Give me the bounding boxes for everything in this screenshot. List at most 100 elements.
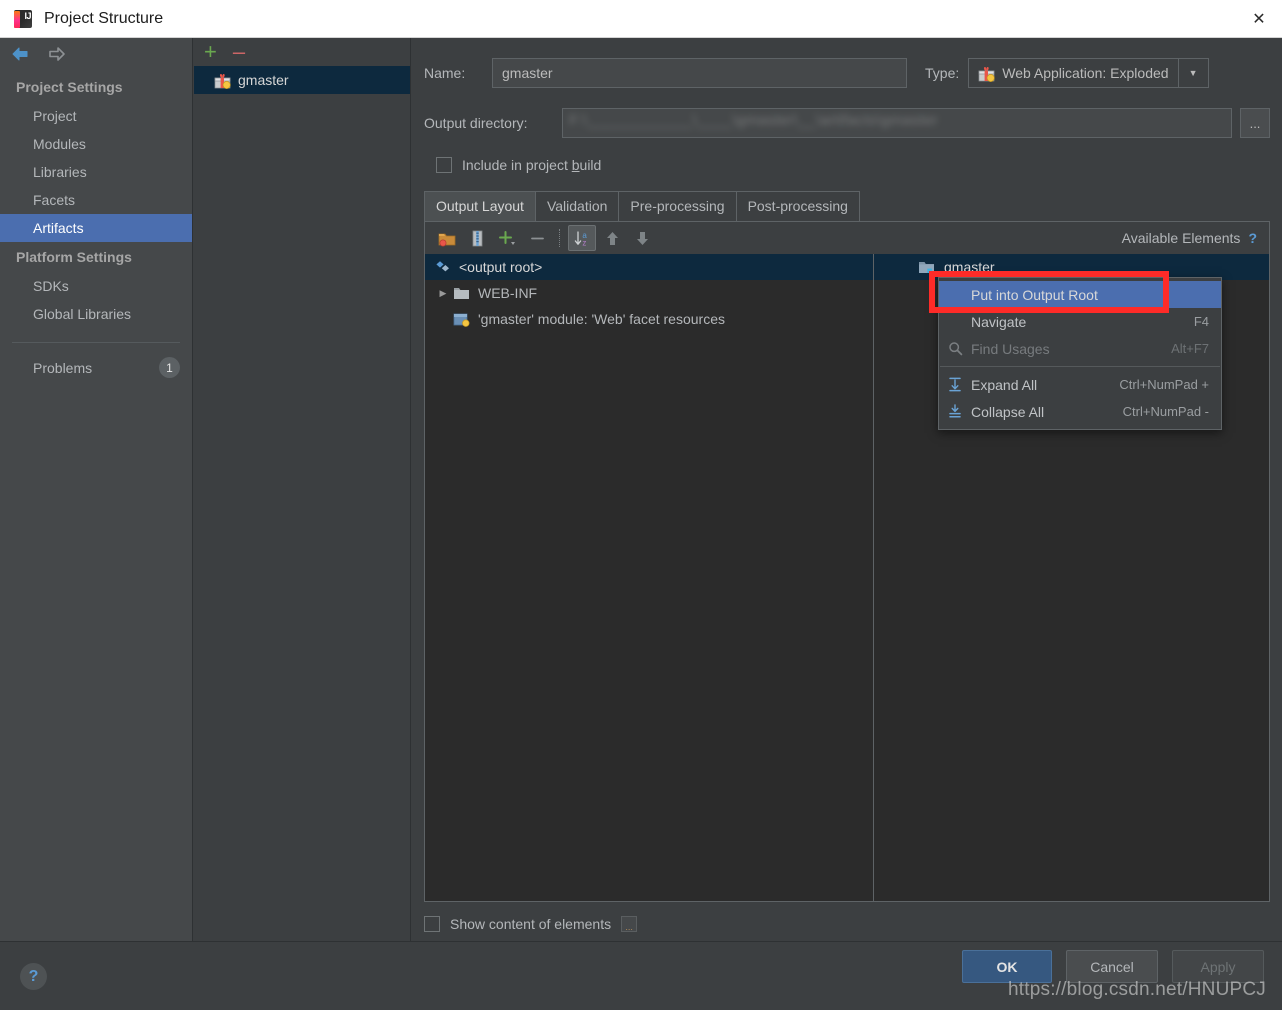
sort-alphabetically-icon[interactable]: a z bbox=[568, 225, 596, 251]
artifacts-list-panel: + – gmaster bbox=[194, 38, 411, 941]
list-item[interactable]: gmaster bbox=[194, 66, 410, 94]
menu-item-label: Navigate bbox=[971, 313, 1027, 330]
menu-item-label: Expand All bbox=[971, 376, 1038, 393]
tab-validation[interactable]: Validation bbox=[534, 191, 620, 221]
sidebar-nav-arrows bbox=[0, 38, 192, 72]
create-archive-icon[interactable] bbox=[463, 225, 491, 251]
list-item-label: gmaster bbox=[238, 72, 289, 88]
settings-sidebar: Project Settings Project Modules Librari… bbox=[0, 38, 193, 941]
menu-item-shortcut: Ctrl+NumPad + bbox=[1119, 377, 1209, 392]
available-elements-help-icon[interactable]: ? bbox=[1248, 230, 1257, 246]
name-type-row: Name: gmaster Type: Web Application: Exp… bbox=[412, 58, 1282, 88]
window-title: Project Structure bbox=[44, 9, 164, 27]
add-copy-of-icon[interactable] bbox=[493, 225, 521, 251]
output-layout-tree[interactable]: <output root> ▶ WEB-INF 'gmaster' module… bbox=[425, 254, 874, 901]
dialog-footer: ? OK Cancel Apply https://blog.csdn.net/… bbox=[0, 941, 1282, 1010]
output-directory-row: Output directory: F:\____________\____\g… bbox=[412, 108, 1282, 138]
create-directory-icon[interactable] bbox=[433, 225, 461, 251]
tree-row[interactable]: ▶ WEB-INF bbox=[425, 280, 873, 306]
sidebar-item-problems-label: Problems bbox=[33, 359, 93, 376]
close-icon[interactable]: ✕ bbox=[1236, 0, 1282, 37]
sidebar-item-global-libraries[interactable]: Global Libraries bbox=[0, 300, 192, 328]
tree-row-label: gmaster bbox=[944, 259, 995, 275]
tree-row[interactable]: 'gmaster' module: 'Web' facet resources bbox=[425, 306, 873, 332]
chevron-right-icon[interactable]: ▶ bbox=[433, 288, 453, 299]
help-button[interactable]: ? bbox=[20, 963, 47, 990]
chevron-down-icon[interactable]: ▼ bbox=[1177, 59, 1208, 87]
menu-item-label: Find Usages bbox=[971, 340, 1050, 357]
sidebar-item-project[interactable]: Project bbox=[0, 102, 192, 130]
arrow-right-icon[interactable] bbox=[45, 45, 67, 65]
available-elements-label: Available Elements bbox=[1121, 230, 1241, 246]
tab-pre-processing[interactable]: Pre-processing bbox=[618, 191, 737, 221]
menu-item-label: Collapse All bbox=[971, 403, 1045, 420]
sidebar-item-modules[interactable]: Modules bbox=[0, 130, 192, 158]
search-icon bbox=[939, 341, 971, 356]
menu-item-find-usages: Find Usages Alt+F7 bbox=[939, 335, 1221, 362]
artifact-name-input[interactable]: gmaster bbox=[492, 58, 907, 88]
include-in-project-build-row: Include in project build bbox=[412, 157, 1282, 173]
menu-item-put-into-output-root[interactable]: Put into Output Root bbox=[939, 281, 1221, 308]
output-root-icon bbox=[435, 260, 451, 274]
artifact-type-select[interactable]: Web Application: Exploded ▼ bbox=[968, 58, 1209, 88]
remove-icon[interactable] bbox=[523, 225, 551, 251]
toolbar-divider bbox=[559, 229, 560, 247]
svg-text:z: z bbox=[582, 238, 586, 246]
tab-output-layout[interactable]: Output Layout bbox=[424, 191, 536, 221]
intellij-idea-logo-icon: IJ bbox=[13, 9, 33, 29]
problems-count-badge: 1 bbox=[159, 357, 180, 378]
browse-output-directory-button[interactable]: ... bbox=[1240, 108, 1270, 138]
sidebar-item-sdks[interactable]: SDKs bbox=[0, 272, 192, 300]
move-up-icon[interactable] bbox=[598, 225, 626, 251]
output-directory-value: F:\____________\____\gmaster\__\artifact… bbox=[569, 112, 938, 129]
sidebar-item-artifacts[interactable]: Artifacts bbox=[0, 214, 192, 242]
menu-item-shortcut: Ctrl+NumPad - bbox=[1122, 404, 1209, 419]
ok-button[interactable]: OK bbox=[962, 950, 1052, 983]
menu-item-expand-all[interactable]: Expand All Ctrl+NumPad + bbox=[939, 371, 1221, 398]
move-down-icon[interactable] bbox=[628, 225, 656, 251]
remove-artifact-button[interactable]: – bbox=[233, 41, 245, 63]
artifact-type-value: Web Application: Exploded bbox=[1002, 65, 1169, 81]
tab-post-processing[interactable]: Post-processing bbox=[735, 191, 860, 221]
web-facet-icon bbox=[453, 312, 470, 327]
show-content-options-button[interactable]: ... bbox=[621, 916, 638, 932]
menu-separator bbox=[940, 366, 1220, 367]
tree-row-label: 'gmaster' module: 'Web' facet resources bbox=[478, 311, 725, 327]
sidebar-item-facets[interactable]: Facets bbox=[0, 186, 192, 214]
type-label: Type: bbox=[925, 65, 960, 81]
show-content-row: Show content of elements ... bbox=[424, 916, 1282, 932]
artifacts-list-toolbar: + – bbox=[194, 38, 410, 66]
module-icon bbox=[918, 260, 936, 275]
expand-all-icon bbox=[939, 377, 971, 392]
logo-text: IJ bbox=[24, 10, 31, 21]
sidebar-divider bbox=[12, 342, 180, 343]
artifact-gift-icon bbox=[214, 72, 231, 89]
show-content-of-elements-label: Show content of elements bbox=[450, 916, 612, 932]
sidebar-item-libraries[interactable]: Libraries bbox=[0, 158, 192, 186]
artifact-tabs: Output Layout Validation Pre-processing … bbox=[424, 191, 1270, 222]
project-structure-dialog: IJ Project Structure ✕ Project Settings … bbox=[0, 0, 1282, 1010]
menu-item-collapse-all[interactable]: Collapse All Ctrl+NumPad - bbox=[939, 398, 1221, 425]
include-in-project-build-checkbox[interactable] bbox=[436, 157, 452, 173]
output-directory-input[interactable]: F:\____________\____\gmaster\__\artifact… bbox=[562, 108, 1232, 138]
arrow-left-icon[interactable] bbox=[10, 45, 32, 65]
sidebar-group-platform-settings: Platform Settings bbox=[16, 249, 132, 265]
name-label: Name: bbox=[424, 65, 466, 81]
tree-row-label: <output root> bbox=[459, 259, 543, 275]
artifact-editor-pane: Name: gmaster Type: Web Application: Exp… bbox=[412, 38, 1282, 941]
sidebar-item-problems[interactable]: Problems 1 bbox=[0, 353, 192, 382]
collapse-all-icon bbox=[939, 404, 971, 419]
show-content-of-elements-checkbox[interactable] bbox=[424, 916, 440, 932]
add-artifact-button[interactable]: + bbox=[204, 41, 217, 63]
title-bar: IJ Project Structure ✕ bbox=[0, 0, 1282, 38]
tree-row[interactable]: <output root> bbox=[425, 254, 873, 280]
apply-button: Apply bbox=[1172, 950, 1264, 983]
menu-item-shortcut: Alt+F7 bbox=[1171, 341, 1209, 356]
output-layout-toolbar: a z Available Elements ? bbox=[425, 222, 1269, 254]
cancel-button[interactable]: Cancel bbox=[1066, 950, 1158, 983]
folder-icon bbox=[453, 286, 470, 300]
menu-item-shortcut: F4 bbox=[1193, 314, 1209, 329]
artifact-gift-icon bbox=[978, 65, 995, 82]
menu-item-navigate[interactable]: Navigate F4 bbox=[939, 308, 1221, 335]
include-in-project-build-label: Include in project build bbox=[462, 157, 602, 173]
